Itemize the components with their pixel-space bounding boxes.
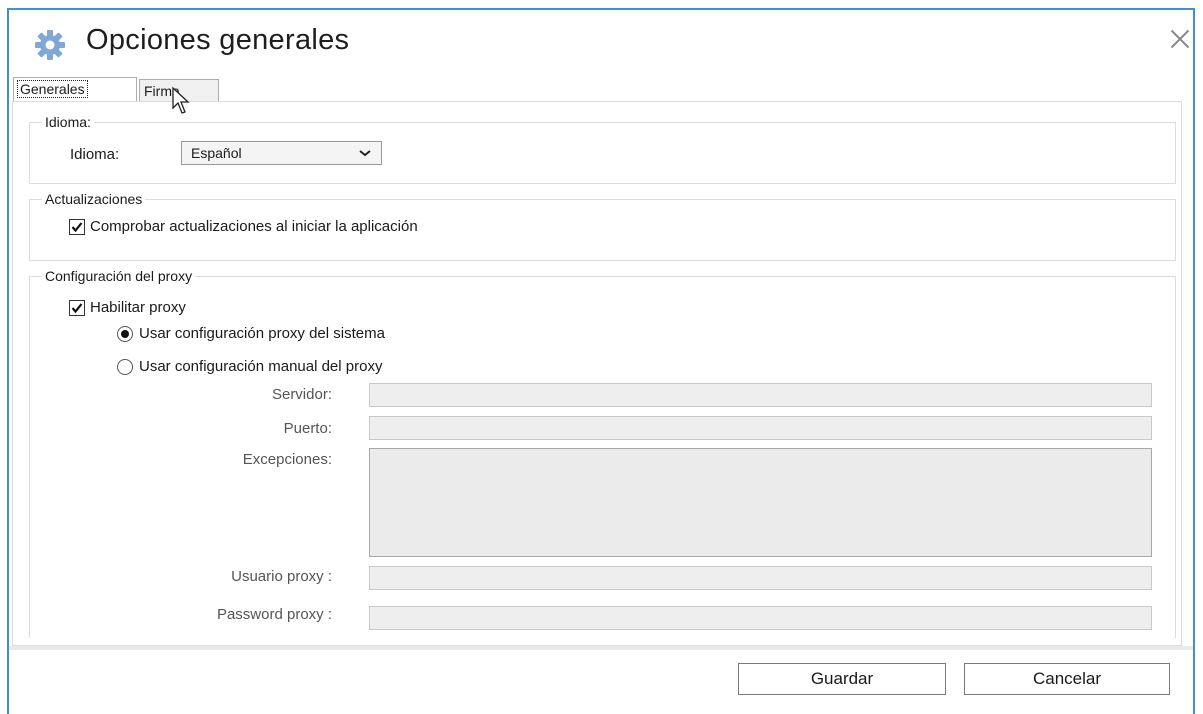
server-input[interactable] bbox=[369, 383, 1152, 407]
port-label: Puerto: bbox=[283, 420, 332, 437]
check-updates-label: Comprobar actualizaciones al iniciar la … bbox=[90, 218, 418, 235]
close-icon[interactable] bbox=[1165, 24, 1195, 54]
tab-firma[interactable]: Firma bbox=[139, 79, 219, 101]
proxy-user-label: Usuario proxy : bbox=[231, 568, 332, 585]
proxy-password-label: Password proxy : bbox=[216, 606, 332, 623]
enable-proxy-checkbox[interactable] bbox=[69, 300, 85, 316]
language-label: Idioma: bbox=[70, 146, 120, 163]
check-updates-checkbox[interactable] bbox=[69, 219, 85, 235]
proxy-password-input[interactable] bbox=[369, 606, 1152, 630]
proxy-user-input[interactable] bbox=[369, 566, 1152, 590]
language-select-value: Español bbox=[191, 145, 242, 161]
server-label: Servidor: bbox=[271, 386, 332, 403]
tab-generales[interactable]: Generales bbox=[13, 77, 137, 102]
language-select[interactable]: Español bbox=[181, 141, 382, 165]
footer-divider bbox=[9, 646, 1193, 650]
proxy-group-title: Configuración del proxy bbox=[42, 268, 196, 284]
system-proxy-label: Usar configuración proxy del sistema bbox=[139, 325, 385, 342]
checkmark-icon bbox=[71, 222, 83, 233]
port-input[interactable] bbox=[369, 416, 1152, 440]
tab-firma-label: Firma bbox=[144, 83, 180, 99]
dialog-title: Opciones generales bbox=[86, 24, 350, 56]
manual-proxy-radio[interactable] bbox=[117, 359, 133, 375]
exceptions-textarea[interactable] bbox=[369, 448, 1152, 557]
chevron-down-icon bbox=[359, 150, 371, 157]
updates-group-title: Actualizaciones bbox=[42, 191, 146, 207]
tab-generales-label: Generales bbox=[17, 80, 88, 98]
save-button[interactable]: Guardar bbox=[738, 663, 946, 695]
exceptions-label: Excepciones: bbox=[242, 451, 332, 468]
checkmark-icon bbox=[71, 303, 83, 314]
manual-proxy-label: Usar configuración manual del proxy bbox=[139, 358, 383, 375]
system-proxy-radio[interactable] bbox=[117, 326, 133, 342]
language-group-title: Idioma: bbox=[42, 114, 94, 130]
cancel-button[interactable]: Cancelar bbox=[964, 663, 1170, 695]
gear-icon bbox=[35, 30, 65, 60]
enable-proxy-label: Habilitar proxy bbox=[90, 299, 186, 316]
